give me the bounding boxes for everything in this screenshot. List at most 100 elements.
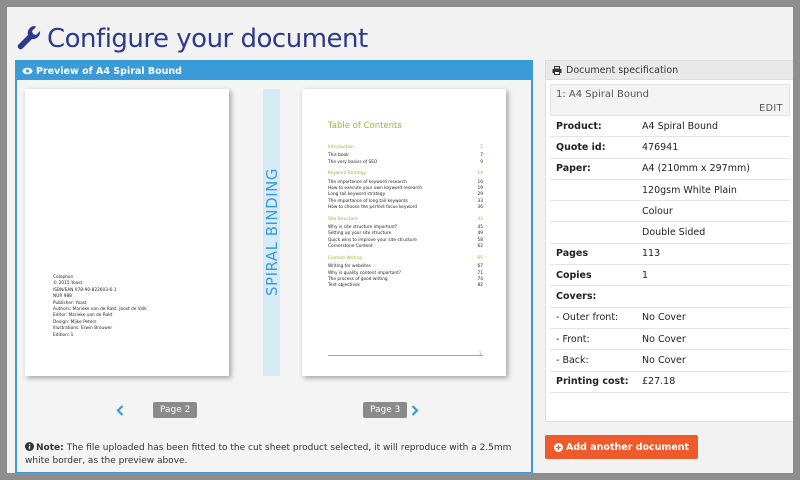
toc-section-name: Keyword Strategy — [328, 171, 367, 177]
spec-key: Paper: — [556, 163, 591, 175]
toc-title: Table of Contents — [328, 121, 402, 131]
chevron-left-icon — [116, 404, 124, 416]
page-header: Configure your document — [15, 20, 368, 58]
toc-section-page: 5 — [480, 145, 483, 150]
spec-header: Document specification — [546, 61, 793, 80]
spec-row: Covers: — [550, 286, 790, 308]
spec-value: 476941 — [642, 141, 679, 153]
toc-list: Introduction 5 This book 7 The very basics o… — [328, 145, 483, 295]
edit-link[interactable]: EDIT — [759, 103, 783, 114]
spec-key: - Back: — [556, 354, 589, 366]
spec-key: - Outer front: — [556, 312, 619, 324]
toc-section: Content Writing 65 Writing for websites 67 W… — [328, 256, 483, 290]
toc-section-heading: Introduction 5 — [328, 145, 483, 151]
toc-entry-page: 62 — [477, 244, 483, 250]
spec-row: Copies 1 — [550, 265, 790, 287]
spec-key: Pages — [556, 248, 589, 260]
spec-item-header: 1: A4 Spiral Bound EDIT — [550, 84, 790, 116]
fit-note: Note: The file uploaded has been fitted … — [25, 442, 525, 468]
spec-value: Double Sided — [642, 227, 706, 239]
toc-section-name: Content Writing — [328, 255, 362, 261]
toc-section-heading: Site Structure 43 — [328, 217, 483, 223]
note-text: The file uploaded has been fitted to the… — [25, 443, 512, 466]
spec-title: Document specification — [566, 64, 679, 76]
spec-row: - Back: No Cover — [550, 350, 790, 372]
info-icon — [25, 442, 34, 451]
spec-item-title: 1: A4 Spiral Bound — [556, 89, 649, 100]
add-document-label: Add another document — [566, 441, 690, 453]
page-label-left: Page 2 — [153, 402, 198, 418]
plus-circle-icon — [554, 442, 563, 452]
printer-icon — [552, 65, 562, 75]
preview-panel: Preview of A4 Spiral Bound Colophon © 201… — [15, 60, 533, 473]
spec-row: Paper: A4 (210mm x 297mm) — [550, 159, 790, 180]
colophon-text: Colophon © 2015 Yoast ISBN/EAN 978-90-8226… — [53, 275, 147, 339]
toc-section-heading: Content Writing 65 — [328, 256, 483, 262]
spec-table: Product: A4 Spiral Bound Quote id: 476941 Pa… — [550, 116, 790, 393]
spec-value: 120gsm White Plain — [642, 184, 737, 196]
spec-row: Pages 113 — [550, 244, 790, 266]
spec-key: Covers: — [556, 291, 597, 303]
toc-section-name: Introduction — [328, 145, 355, 150]
toc-entry-page: 36 — [477, 205, 483, 211]
spec-row: Printing cost: £27.18 — [550, 372, 790, 393]
toc-entry: Text objectives 82 — [328, 283, 483, 289]
page-label-right: Page 3 — [363, 402, 408, 418]
toc-footer-rule — [328, 355, 483, 356]
spec-key: Printing cost: — [556, 376, 629, 388]
toc-entry-page: 82 — [477, 283, 483, 289]
spec-value: 1 — [642, 269, 649, 281]
spec-row: Double Sided — [550, 222, 790, 244]
toc-section-page: 65 — [477, 255, 483, 261]
spec-value: 113 — [642, 248, 661, 260]
spec-key: Product: — [556, 120, 602, 132]
spec-row: Quote id: 476941 — [550, 137, 790, 159]
preview-page-right: Table of Contents Introduction 5 This book… — [302, 89, 506, 376]
toc-section: Introduction 5 This book 7 The very basics o… — [328, 145, 483, 166]
toc-footer-page: 3 — [479, 351, 482, 356]
spec-key: - Front: — [556, 333, 590, 345]
preview-page-left: Colophon © 2015 Yoast ISBN/EAN 978-90-8226… — [25, 89, 229, 376]
spec-value: £27.18 — [642, 376, 676, 388]
spec-value: No Cover — [642, 333, 686, 345]
preview-title: Preview of A4 Spiral Bound — [36, 65, 182, 77]
toc-entry: The very basics of SEO 9 — [328, 160, 483, 166]
toc-entry: How to choose the perfect focus keyword 3… — [328, 205, 483, 211]
spec-row: Product: A4 Spiral Bound — [550, 116, 790, 138]
spec-value: A4 (210mm x 297mm) — [642, 163, 750, 175]
spec-row: - Outer front: No Cover — [550, 308, 790, 329]
toc-entry-page: 9 — [480, 159, 483, 165]
preview-header: Preview of A4 Spiral Bound — [17, 62, 531, 80]
toc-section-name: Site Structure — [328, 216, 358, 222]
binding-label: SPIRAL BINDING — [263, 168, 281, 296]
toc-entry-title: Cornerstone Content — [328, 244, 373, 250]
previous-page-button[interactable] — [114, 403, 126, 417]
colophon-line: Edition: 1 — [53, 332, 74, 338]
page-title: Configure your document — [47, 24, 368, 54]
next-page-button[interactable] — [409, 403, 421, 417]
toc-entry-title: Text objectives — [328, 283, 360, 289]
spec-key: Quote id: — [556, 141, 606, 153]
add-document-button[interactable]: Add another document — [545, 435, 699, 459]
spec-panel: Document specification 1: A4 Spiral Boun… — [545, 60, 793, 422]
spec-key: Copies — [556, 269, 592, 281]
toc-entry: Cornerstone Content 62 — [328, 244, 483, 250]
toc-section-page: 14 — [477, 171, 483, 177]
toc-section: Site Structure 43 Why is site structure im… — [328, 217, 483, 251]
eye-icon — [22, 67, 33, 75]
spec-row: Colour — [550, 201, 790, 223]
toc-entry-title: How to choose the perfect focus keyword — [328, 205, 418, 211]
chevron-right-icon — [411, 404, 419, 416]
wrench-icon — [17, 25, 41, 50]
spec-value: No Cover — [642, 354, 686, 366]
spec-value: No Cover — [642, 312, 686, 324]
toc-section-heading: Keyword Strategy 14 — [328, 171, 483, 177]
note-label: Note: — [36, 443, 64, 453]
toc-section-page: 43 — [477, 216, 483, 222]
toc-section: Keyword Strategy 14 The importance of keyw… — [328, 171, 483, 211]
app-window: Configure your document Preview of A4 Sp… — [0, 0, 800, 480]
spec-value: A4 Spiral Bound — [642, 120, 719, 132]
spec-row: 120gsm White Plain — [550, 180, 790, 202]
spec-value: Colour — [642, 205, 673, 217]
spec-row: - Front: No Cover — [550, 329, 790, 351]
